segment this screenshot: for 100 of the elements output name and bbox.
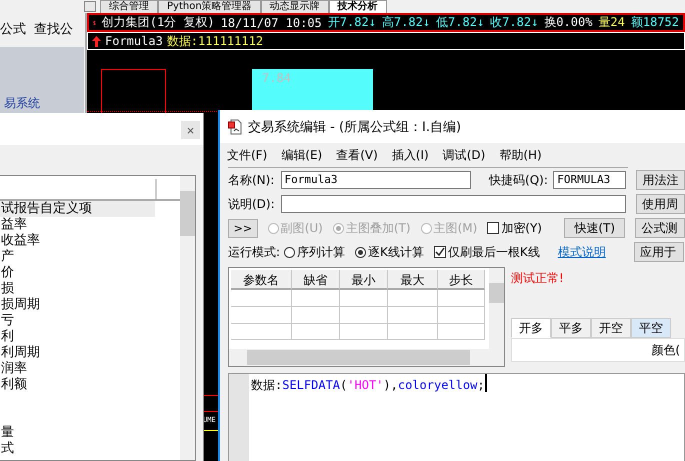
table-cell (388, 307, 438, 324)
scrollbar[interactable] (229, 349, 504, 366)
toolbar-item[interactable]: 查找公 (34, 20, 73, 38)
toolbar-item[interactable]: 公式 (0, 20, 26, 38)
window-title: 交易系统编辑 - (所属公式组：I.自编) (248, 118, 462, 136)
menu-item[interactable]: 调试(D) (442, 147, 486, 165)
column-header: 缺省 (292, 270, 340, 290)
column-header: 参数名 (231, 270, 292, 290)
list-item[interactable]: 试报告自定义项 (0, 201, 155, 217)
checkbox-label: 仅刷最后一根K线 (448, 244, 540, 260)
table-cell (292, 307, 340, 324)
column-header: 最小 (340, 270, 388, 290)
table-cell (340, 324, 388, 340)
list-item[interactable]: 利周期 (0, 345, 155, 361)
quote-text: 量24 (598, 15, 625, 30)
list-item[interactable]: 产 (0, 249, 155, 265)
app-tab[interactable]: 动态显示牌 (260, 0, 329, 13)
radio-label: 主图叠加(T) (346, 220, 411, 236)
checkbox[interactable] (434, 246, 446, 258)
list-item[interactable]: 式 (0, 441, 155, 457)
side-button[interactable]: 用法注 (636, 170, 685, 190)
menu-item[interactable]: 插入(I) (392, 147, 429, 165)
quote-text: 创力集团(1分 复权) (102, 15, 215, 30)
checkbox-label: 加密(Y) (501, 220, 542, 236)
description-field[interactable] (280, 195, 626, 213)
help-link[interactable]: 模式说明 (558, 244, 606, 260)
shortcut-field[interactable]: FORMULA3 (553, 171, 626, 189)
quote-text: 换0.00% (544, 15, 592, 30)
document-icon (228, 118, 242, 134)
quote-text: 额18752 (630, 15, 679, 30)
table-cell (340, 307, 388, 324)
quote-text: 18/11/07 10:05 (220, 16, 322, 30)
menu-item[interactable]: 编辑(E) (281, 147, 322, 165)
radio-button[interactable] (284, 246, 296, 258)
column-header: 最大 (388, 270, 438, 290)
app-tab[interactable]: Python策略管理器 (158, 0, 261, 13)
quick-button[interactable]: 快速(T) (564, 218, 626, 238)
panel-label: 易系统 (4, 95, 40, 112)
field-label: 快捷码(Q): (489, 172, 549, 188)
table-cell (231, 307, 292, 324)
list-item[interactable]: 损 (0, 281, 155, 297)
table-cell (438, 307, 485, 324)
radio-label: 副图(U) (280, 220, 323, 236)
radio-button[interactable] (355, 246, 366, 258)
close-button[interactable]: × (181, 121, 200, 139)
app-tab[interactable]: 综合管理 (100, 0, 158, 13)
column-header: 步长 (438, 270, 485, 290)
quote-text: 收7.82↓ (490, 15, 538, 30)
code-editor[interactable]: 数据:SELFDATA('HOT'),coloryellow; (228, 373, 685, 461)
list-item[interactable]: 量 (0, 425, 155, 441)
radio-label: 序列计算 (297, 244, 346, 260)
up-arrow-icon (92, 36, 101, 46)
list-item[interactable]: 价 (0, 265, 155, 281)
table-cell (231, 324, 292, 340)
quote-text: 高7.82↓ (382, 15, 430, 30)
field-label: 运行模式: (228, 244, 280, 260)
signal-tab[interactable]: 平空 (631, 318, 671, 338)
table-cell (231, 290, 292, 307)
list-item[interactable]: 利 (0, 329, 155, 345)
formula-value: 数据:111111112 (166, 32, 264, 50)
code-line: 数据:SELFDATA('HOT'),coloryellow; (251, 374, 487, 392)
menu-item[interactable]: 文件(F) (227, 147, 268, 165)
table-cell (388, 290, 438, 307)
signal-tab[interactable]: 开空 (591, 318, 631, 338)
side-button[interactable]: 使用周 (636, 194, 685, 214)
quote-text: 低7.82↓ (436, 15, 484, 30)
field-label: 名称(N): (228, 172, 276, 188)
table-cell (340, 290, 388, 307)
app-tab[interactable]: 技术分析 (328, 0, 387, 13)
expand-button[interactable]: >> (228, 218, 258, 238)
table-cell (292, 324, 340, 340)
name-field[interactable]: Formula3 (280, 171, 472, 189)
tab-scroll-button[interactable] (84, 1, 96, 12)
signal-tab[interactable]: 平多 (551, 318, 591, 338)
radio-label: 主图(M) (434, 220, 478, 236)
list-item[interactable]: 亏 (0, 313, 155, 329)
side-button[interactable]: 公式测 (635, 218, 685, 238)
list-item[interactable]: 损周期 (0, 297, 155, 313)
list-item[interactable]: 利额 (0, 377, 155, 393)
radio-label: 逐K线计算 (368, 244, 424, 260)
table-cell (388, 324, 438, 340)
status-message: 测试正常! (511, 270, 565, 287)
checkbox[interactable] (487, 222, 500, 234)
formula-name: Formula3 (105, 34, 163, 48)
field-label: 颜色( (651, 342, 680, 358)
signal-tab[interactable]: 开多 (511, 318, 551, 338)
quote-text: 开7.82↓ (328, 15, 376, 30)
menu-item[interactable]: 查看(V) (336, 147, 378, 165)
menu-item[interactable]: 帮助(H) (499, 147, 542, 165)
table-cell (438, 324, 485, 340)
table-cell (438, 290, 485, 307)
side-button[interactable]: 应用于 (634, 242, 684, 262)
list-item[interactable]: 益率 (0, 217, 155, 233)
table-cell (292, 290, 340, 307)
price-label: 7.84 (262, 71, 291, 85)
field-label: 说明(D): (228, 196, 276, 212)
list-item[interactable]: 润率 (0, 361, 155, 377)
list-item[interactable]: 收益率 (0, 233, 155, 249)
scrollbar[interactable] (180, 176, 195, 460)
scrollbar[interactable] (489, 268, 504, 349)
